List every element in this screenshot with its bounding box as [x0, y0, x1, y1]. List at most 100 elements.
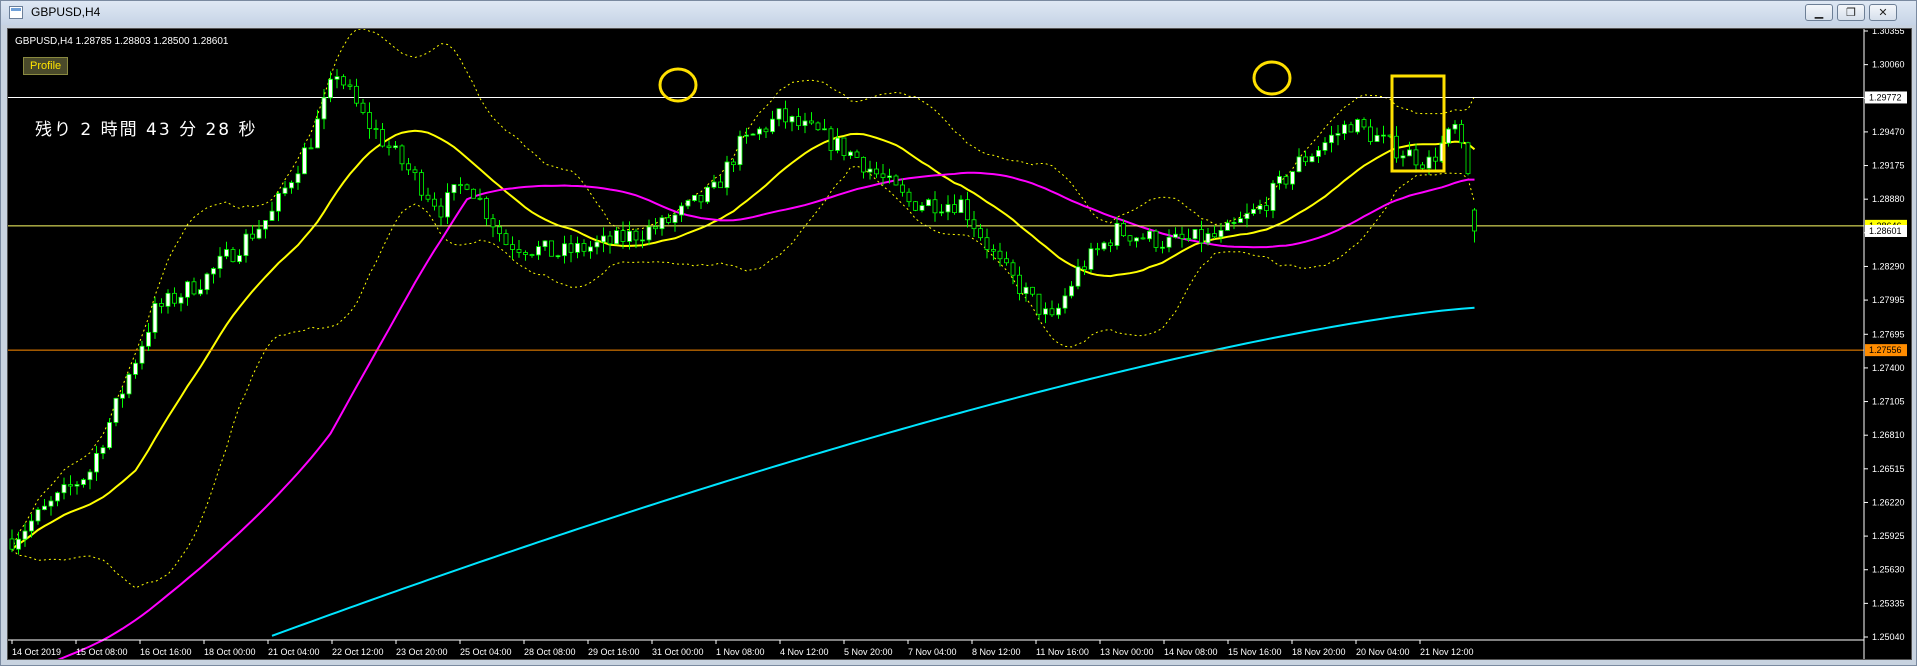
candle-body — [1173, 233, 1178, 238]
candle-body — [1264, 205, 1269, 211]
close-button[interactable]: ✕ — [1869, 4, 1897, 21]
window-title: GBPUSD,H4 — [31, 5, 101, 19]
candle-body — [438, 205, 444, 218]
time-tick-label: 29 Oct 16:00 — [588, 647, 640, 657]
time-tick-label: 7 Nov 04:00 — [908, 647, 957, 657]
candle-body — [789, 116, 795, 123]
time-tick-label: 21 Oct 04:00 — [268, 647, 320, 657]
candle-body — [1361, 119, 1367, 128]
candle-body — [1095, 248, 1100, 251]
candle-body — [1030, 286, 1035, 295]
candle-body — [55, 492, 60, 502]
candle-body — [360, 102, 366, 113]
candle-body — [529, 254, 535, 256]
candle-body — [1355, 119, 1360, 133]
annotation-circle[interactable] — [1252, 60, 1292, 96]
candle-body — [432, 198, 437, 207]
candle-body — [1407, 149, 1412, 157]
candle-body — [945, 204, 951, 213]
time-tick-label: 16 Oct 16:00 — [140, 647, 192, 657]
candle-body — [146, 331, 151, 347]
candle-body — [35, 509, 41, 522]
minimize-button[interactable]: ▁ — [1805, 4, 1833, 21]
candle-body — [893, 175, 899, 186]
candle-body — [1062, 295, 1068, 309]
candle-body — [666, 217, 671, 223]
candle-body — [1381, 134, 1386, 137]
price-tick-label: 1.25630 — [1872, 565, 1905, 575]
candle-body — [406, 163, 411, 171]
candle-body — [711, 181, 717, 188]
candle-body — [497, 226, 502, 235]
time-tick-label: 21 Nov 12:00 — [1420, 647, 1474, 657]
restore-button[interactable]: ❐ — [1837, 4, 1865, 21]
candle-body — [653, 226, 658, 230]
price-label-text: 1.29772 — [1869, 92, 1902, 102]
title-bar[interactable]: GBPUSD,H4 ▁ ❐ ✕ — [1, 1, 1916, 25]
candle-body — [308, 147, 314, 150]
time-tick-label: 31 Oct 00:00 — [652, 647, 704, 657]
candle-body — [1088, 248, 1094, 270]
candle-body — [536, 246, 541, 256]
time-tick-label: 28 Oct 08:00 — [524, 647, 576, 657]
candle-body — [328, 78, 333, 99]
candle-body — [458, 184, 463, 187]
price-tick-label: 1.30060 — [1872, 60, 1905, 70]
annotation-circle[interactable] — [658, 67, 698, 103]
candle-body — [1465, 142, 1471, 175]
profile-button[interactable]: Profile — [23, 57, 69, 75]
candle-body — [1283, 176, 1289, 185]
candle-body — [698, 194, 704, 203]
ma-slow-line — [271, 306, 1475, 637]
candle-body — [510, 244, 515, 250]
time-tick-label: 4 Nov 12:00 — [780, 647, 829, 657]
candle-body — [913, 201, 918, 211]
ma-fast-line — [11, 129, 1476, 550]
candle-body — [809, 120, 814, 124]
candle-body — [958, 199, 964, 214]
price-tick-label: 1.28290 — [1872, 261, 1905, 271]
candle-body — [1420, 164, 1425, 169]
candle-body — [991, 249, 996, 252]
candle-body — [952, 204, 957, 214]
candle-body — [1433, 156, 1438, 162]
candle-body — [562, 243, 567, 257]
time-tick-label: 23 Oct 20:00 — [396, 647, 448, 657]
candle-body — [646, 226, 652, 241]
price-tick-label: 1.29470 — [1872, 127, 1905, 137]
candle-body — [347, 84, 353, 87]
candle-body — [783, 108, 788, 123]
candle-body — [614, 230, 619, 245]
candle-body — [555, 255, 561, 258]
candle-body — [61, 484, 67, 494]
candle-body — [1472, 209, 1477, 232]
candle-body — [1303, 156, 1308, 163]
candle-body — [1186, 238, 1191, 240]
candle-body — [523, 252, 528, 255]
candle-body — [750, 133, 756, 136]
candle-body — [16, 538, 21, 550]
candle-body — [367, 112, 372, 129]
candle-body — [1121, 223, 1126, 237]
candle-body — [1251, 208, 1256, 214]
candle-body — [848, 151, 853, 156]
candle-body — [380, 129, 385, 147]
candle-body — [971, 219, 977, 230]
candle-body — [1147, 230, 1152, 240]
chart-canvas[interactable]: 1.303551.300601.297651.294701.291751.288… — [7, 26, 1912, 666]
time-tick-label: 15 Oct 08:00 — [76, 647, 128, 657]
price-chart[interactable]: 1.303551.300601.297651.294701.291751.288… — [8, 26, 1911, 666]
candle-body — [965, 199, 970, 221]
candle-body — [198, 289, 203, 295]
time-tick-label: 8 Nov 12:00 — [972, 647, 1021, 657]
time-tick-label: 18 Nov 20:00 — [1292, 647, 1346, 657]
candle-body — [1290, 171, 1295, 185]
candle-body — [126, 374, 132, 395]
bollinger-upper-line — [11, 28, 1475, 550]
candle-body — [1400, 155, 1406, 159]
price-label-text: 1.28601 — [1869, 226, 1902, 236]
candle-body — [68, 484, 73, 487]
candle-body — [451, 184, 457, 194]
price-tick-label: 1.26810 — [1872, 430, 1905, 440]
candle-body — [1160, 246, 1165, 249]
